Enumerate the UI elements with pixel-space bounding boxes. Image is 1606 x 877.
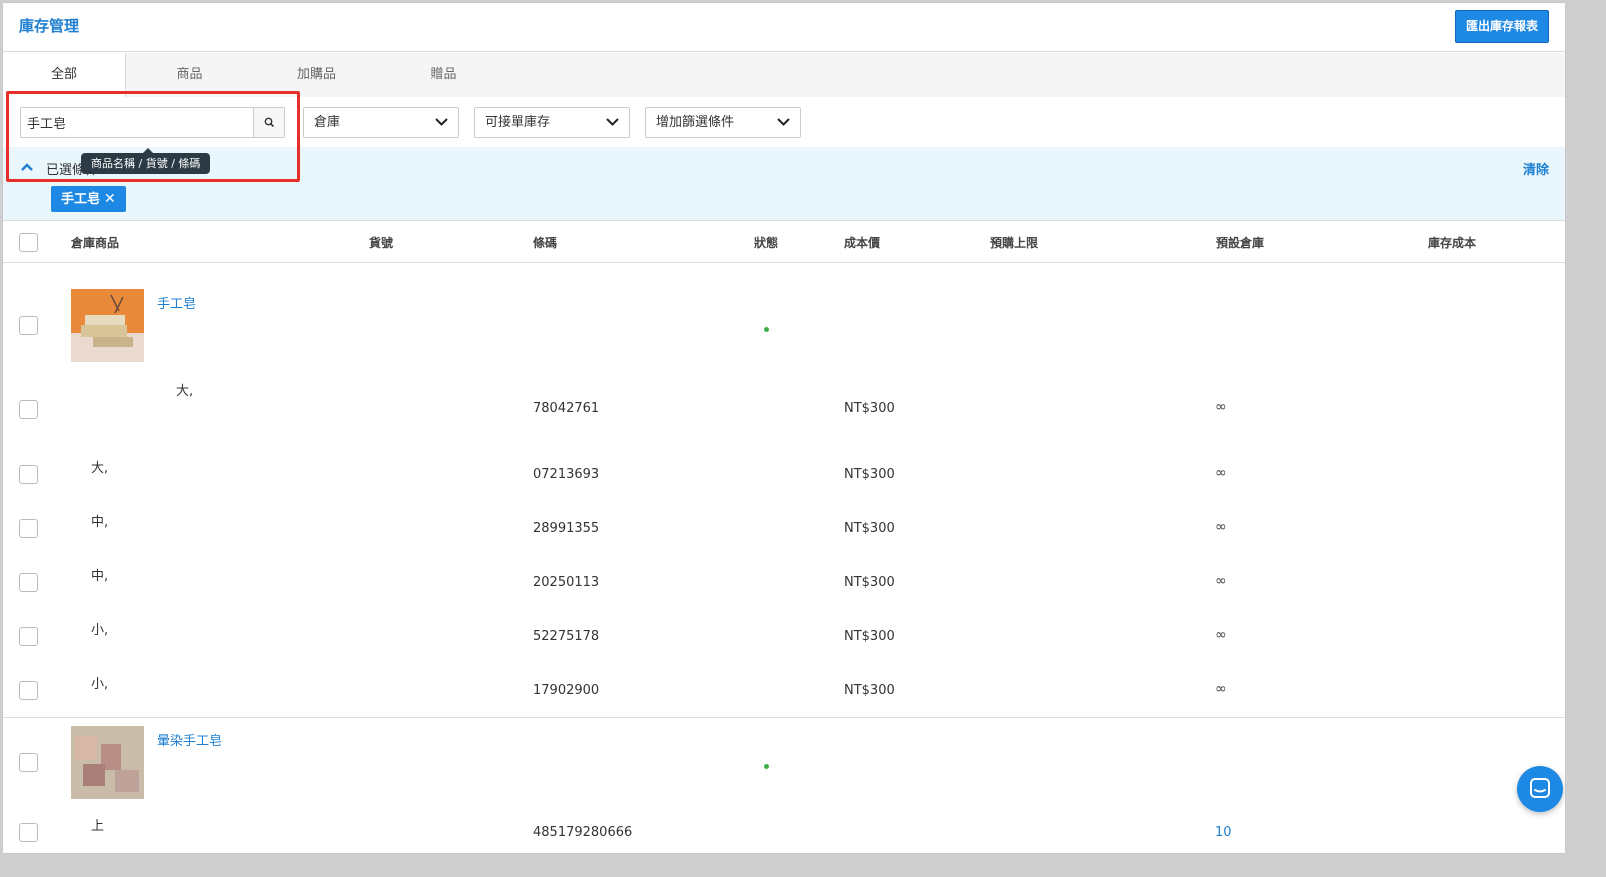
export-inventory-report-button[interactable]: 匯出庫存報表: [1454, 10, 1549, 43]
variant-barcode: 52275178: [533, 629, 600, 644]
table-row: 上 485179280666 10: [3, 815, 1565, 853]
add-filter-dropdown[interactable]: 增加篩選條件: [645, 107, 801, 138]
product-thumbnail: [71, 726, 144, 799]
column-header: 狀態: [754, 236, 779, 250]
tab-all[interactable]: 全部: [3, 53, 126, 97]
product-row: 手工皂: [3, 289, 1565, 369]
variant-stock: ∞: [1215, 573, 1227, 589]
variant-spec: 大,: [176, 384, 194, 399]
available-stock-dropdown[interactable]: 可接單庫存: [474, 107, 630, 138]
tab-gifts[interactable]: 贈品: [380, 53, 507, 97]
column-header: 庫存成本: [1428, 236, 1477, 250]
filter-chip-label: 手工皂: [61, 192, 101, 207]
search-tooltip: 商品名稱 / 貨號 / 條碼: [81, 148, 211, 174]
variant-cost: NT$300: [844, 467, 895, 482]
filter-bar: 倉庫 可接單庫存 增加篩選條件: [3, 97, 1565, 147]
row-checkbox[interactable]: [19, 465, 38, 484]
row-checkbox[interactable]: [19, 400, 38, 419]
table-row: 大, 07213693 NT$300 ∞: [3, 457, 1565, 501]
warehouse-dropdown-label: 倉庫: [314, 115, 341, 130]
table-header: 倉庫商品 貨號 條碼 狀態 成本價 預購上限 預設倉庫 庫存成本: [3, 222, 1565, 263]
chevron-down-icon: [606, 118, 619, 126]
variant-spec: 中,: [91, 569, 109, 584]
select-all-checkbox[interactable]: [19, 233, 38, 252]
variant-cost: NT$300: [844, 521, 895, 536]
filter-chip: 手工皂 ✕: [51, 186, 126, 212]
table-row: 中, 20250113 NT$300 ∞: [3, 565, 1565, 609]
table-row: 小, 17902900 NT$300 ∞: [3, 673, 1565, 717]
search-button[interactable]: [253, 108, 284, 137]
variant-spec: 小,: [91, 623, 109, 638]
chat-button[interactable]: [1517, 766, 1563, 812]
close-icon[interactable]: ✕: [104, 191, 116, 207]
variant-barcode: 485179280666: [533, 825, 633, 840]
page-title: 庫存管理: [19, 17, 80, 35]
search-input[interactable]: [21, 108, 254, 137]
variant-spec: 上: [91, 819, 105, 834]
page-header: 庫存管理 匯出庫存報表: [3, 3, 1565, 52]
variant-barcode: 17902900: [533, 683, 600, 698]
product-thumbnail: [71, 289, 144, 362]
variant-cost: NT$300: [844, 683, 895, 698]
row-checkbox[interactable]: [19, 316, 38, 335]
table-row: 中, 28991355 NT$300 ∞: [3, 511, 1565, 555]
variant-barcode: 20250113: [533, 575, 600, 590]
variant-stock: ∞: [1215, 627, 1227, 643]
variant-stock: ∞: [1215, 519, 1227, 535]
tab-products[interactable]: 商品: [126, 53, 253, 97]
warehouse-dropdown[interactable]: 倉庫: [303, 107, 459, 138]
row-checkbox[interactable]: [19, 519, 38, 538]
search-icon: [264, 117, 274, 127]
table-row: 小, 52275178 NT$300 ∞: [3, 619, 1565, 663]
variant-stock: ∞: [1215, 465, 1227, 481]
row-checkbox[interactable]: [19, 573, 38, 592]
add-filter-dropdown-label: 增加篩選條件: [656, 115, 735, 130]
variant-barcode: 78042761: [533, 401, 600, 416]
column-header: 條碼: [533, 236, 558, 250]
variant-barcode: 28991355: [533, 521, 600, 536]
status-active-dot: [764, 327, 769, 332]
tab-add-ons[interactable]: 加購品: [253, 53, 380, 97]
variant-spec: 大,: [91, 461, 109, 476]
chevron-up-icon[interactable]: [20, 162, 34, 172]
variant-barcode: 07213693: [533, 467, 600, 482]
chevron-down-icon: [777, 118, 790, 126]
variant-stock-link[interactable]: 10: [1215, 825, 1232, 840]
variant-spec: 中,: [91, 515, 109, 530]
row-checkbox[interactable]: [19, 753, 38, 772]
product-divider: [3, 717, 1565, 718]
product-row: 暈染手工皂: [3, 726, 1565, 806]
row-checkbox[interactable]: [19, 681, 38, 700]
row-checkbox[interactable]: [19, 823, 38, 842]
variant-cost: NT$300: [844, 629, 895, 644]
status-active-dot: [764, 764, 769, 769]
table-row: 大, 78042761 NT$300 ∞: [3, 379, 1565, 435]
available-stock-dropdown-label: 可接單庫存: [485, 115, 551, 130]
variant-cost: NT$300: [844, 575, 895, 590]
column-header: 成本價: [844, 236, 881, 250]
row-checkbox[interactable]: [19, 627, 38, 646]
product-name-link[interactable]: 暈染手工皂: [157, 730, 222, 749]
column-header: 倉庫商品: [71, 236, 120, 250]
tab-bar: 全部 商品 加購品 贈品: [3, 53, 1565, 97]
search-box: [20, 107, 285, 138]
variant-stock: ∞: [1215, 399, 1227, 415]
variant-cost: NT$300: [844, 401, 895, 416]
chat-icon: [1530, 778, 1550, 798]
column-header: 貨號: [369, 236, 394, 250]
variant-stock: ∞: [1215, 681, 1227, 697]
variant-spec: 小,: [91, 677, 109, 692]
selected-filters-bar: 已選條件 清除 手工皂 ✕: [3, 147, 1565, 221]
clear-filters-link[interactable]: 清除: [1523, 159, 1549, 178]
column-header: 預設倉庫: [1216, 236, 1265, 250]
inventory-page: 庫存管理 匯出庫存報表 全部 商品 加購品 贈品 倉庫 可接單庫存: [2, 2, 1566, 854]
chevron-down-icon: [435, 118, 448, 126]
column-header: 預購上限: [990, 236, 1039, 250]
product-name-link[interactable]: 手工皂: [157, 293, 196, 312]
